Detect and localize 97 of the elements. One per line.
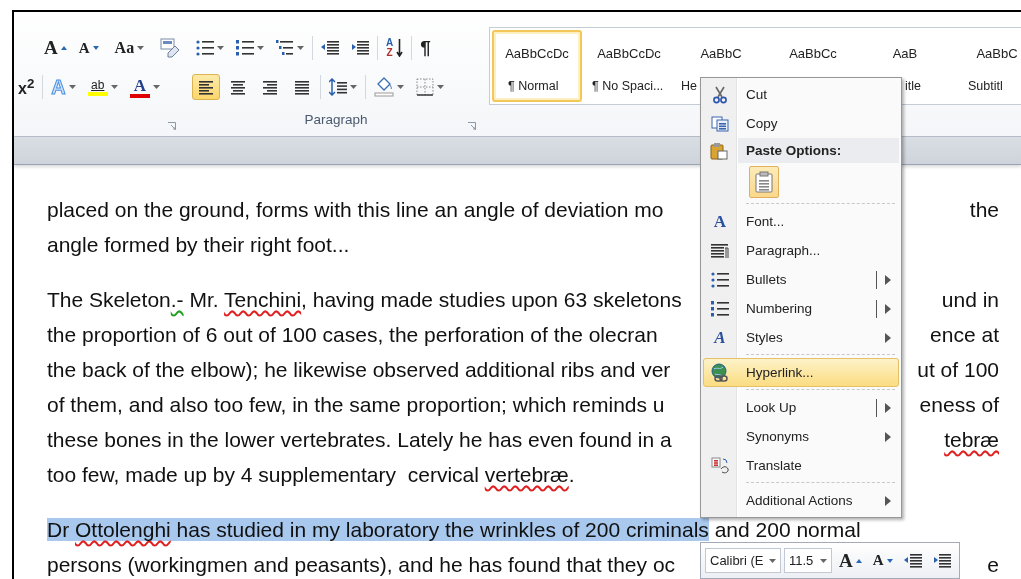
font-color-button[interactable]: A <box>125 74 164 100</box>
decrease-indent-icon <box>321 40 339 56</box>
caret-icon <box>152 85 160 89</box>
letter-a-icon: A <box>714 327 726 348</box>
numbering-icon <box>236 40 254 56</box>
menu-item[interactable]: Look Up <box>703 393 899 422</box>
menu-section-header: Paste Options: <box>738 138 899 163</box>
decrease-indent-icon <box>903 552 922 569</box>
clipboard-icon <box>710 141 728 160</box>
caret-icon <box>437 85 444 89</box>
caret-up-icon <box>855 558 862 563</box>
submenu-arrow-icon <box>885 402 891 413</box>
font-name-field[interactable]: Calibri (E <box>705 548 781 573</box>
menu-item[interactable]: Numbering <box>703 294 899 323</box>
body-text-line: the <box>969 197 999 222</box>
caret-icon <box>68 85 76 89</box>
increase-indent-icon <box>932 552 951 569</box>
menu-item[interactable]: A Font... <box>703 207 899 236</box>
caret-icon <box>820 558 827 563</box>
body-text-line: Dr Ottolenghi has studied in my laboratory the wrinkles of 200 criminals and 200 normal <box>47 517 861 542</box>
bullets-icon <box>196 40 214 56</box>
body-text-line: eness of <box>919 392 999 417</box>
borders-icon <box>416 78 434 96</box>
dialog-launcher-icon <box>468 122 476 130</box>
body-text-line: the back of the elbow); he likewise observed additional ribs and ver <box>47 357 671 382</box>
line-spacing-icon <box>329 78 347 96</box>
menu-item[interactable]: Translate <box>703 451 899 480</box>
body-text-line: und in <box>941 287 999 312</box>
body-text-line: tebræ <box>944 427 999 452</box>
caret-icon <box>137 46 145 50</box>
submenu-arrow-icon <box>885 431 891 442</box>
globe-link-icon <box>710 362 730 383</box>
menu-item[interactable]: Hyperlink... <box>703 358 899 387</box>
letter-a-icon: A <box>713 211 727 232</box>
menu-item[interactable]: Synonyms <box>703 422 899 451</box>
increase-indent-icon <box>351 40 369 56</box>
submenu-arrow-icon <box>885 274 891 285</box>
caret-icon <box>110 85 118 89</box>
caret-icon <box>297 46 304 50</box>
align-center-icon <box>230 78 246 96</box>
paragraph-settings-icon <box>711 242 729 259</box>
menu-item[interactable]: Copy <box>703 109 899 138</box>
menu-item[interactable]: A Styles <box>703 323 899 352</box>
submenu-arrow-icon <box>885 495 891 506</box>
body-text-line: ence at <box>930 322 999 347</box>
down-arrow-icon <box>396 39 404 57</box>
menu-item[interactable]: Additional Actions <box>703 486 899 515</box>
multilevel-list-icon <box>276 40 294 56</box>
body-text-line: placed on the ground, forms with this line an angle of deviation mo <box>47 197 664 222</box>
copy-icon <box>711 115 729 132</box>
body-text-line: ut of 100 <box>917 357 999 382</box>
caret-down-icon <box>886 558 893 563</box>
clipboard-icon <box>755 171 773 193</box>
body-text-line: these bones in the lower vertebrates. Lately he has even found in a <box>47 427 672 452</box>
change-case-button[interactable]: Aa <box>110 35 149 61</box>
eraser-icon <box>160 38 181 58</box>
align-left-button[interactable] <box>192 74 220 100</box>
shrink-font-button[interactable]: A <box>868 547 897 574</box>
show-formatting-marks-button[interactable]: ¶ <box>416 35 435 61</box>
caret-icon <box>397 85 404 89</box>
menu-item[interactable]: Bullets <box>703 265 899 294</box>
caret-icon <box>769 558 776 563</box>
style-item[interactable]: AaBbCcDc ¶ No Spaci... <box>584 30 674 102</box>
dialog-launcher-icon <box>168 122 176 130</box>
body-text-line: of them, and also too few, in the same proportion; which reminds u <box>47 392 665 417</box>
submenu-arrow-icon <box>885 303 891 314</box>
caret-down-icon <box>92 46 99 50</box>
caret-icon <box>257 46 264 50</box>
translate-icon <box>711 456 729 475</box>
body-text-line: The Skeleton.- Mr. Tenchini, having made studies upon 63 skeletons <box>47 287 682 312</box>
caret-icon <box>350 85 357 89</box>
menu-item[interactable]: Paragraph... <box>703 236 899 265</box>
numbering-icon <box>711 300 729 317</box>
body-text-line: too few, made up by 4 supplementary cervical vertebræ. <box>47 462 575 487</box>
superscript-button[interactable]: x$^{2}$ <box>20 74 39 100</box>
justify-icon <box>294 78 310 96</box>
caret-icon <box>217 46 224 50</box>
sort-button[interactable]: A Z <box>382 35 408 61</box>
body-text-line: the proportion of 6 out of 100 cases, the perforation of the olecran <box>47 322 658 347</box>
style-item[interactable]: AaBbC Subtitl <box>952 30 1021 102</box>
body-text-line: angle formed by their right foot... <box>47 232 350 257</box>
grow-font-button[interactable]: A <box>835 547 866 574</box>
align-left-icon <box>198 78 214 96</box>
keep-formatting-paste-button[interactable] <box>749 166 779 198</box>
align-right-icon <box>262 78 278 96</box>
body-text-line: e <box>987 552 999 577</box>
style-item[interactable]: AaBbCcDc ¶ Normal <box>492 30 582 102</box>
font-size-field[interactable]: 11.5 <box>784 548 832 573</box>
grow-font-button[interactable]: A <box>40 35 71 61</box>
highlight-button[interactable]: ab <box>83 74 122 100</box>
scissors-icon <box>712 85 728 104</box>
caret-up-icon <box>60 46 67 50</box>
body-text-line: persons (workingmen and peasants), and he has found that they oc <box>47 552 676 577</box>
shrink-font-button[interactable]: A <box>74 35 103 61</box>
submenu-arrow-icon <box>885 332 891 343</box>
group-label: Paragraph <box>303 110 369 129</box>
bullets-icon <box>711 271 729 288</box>
